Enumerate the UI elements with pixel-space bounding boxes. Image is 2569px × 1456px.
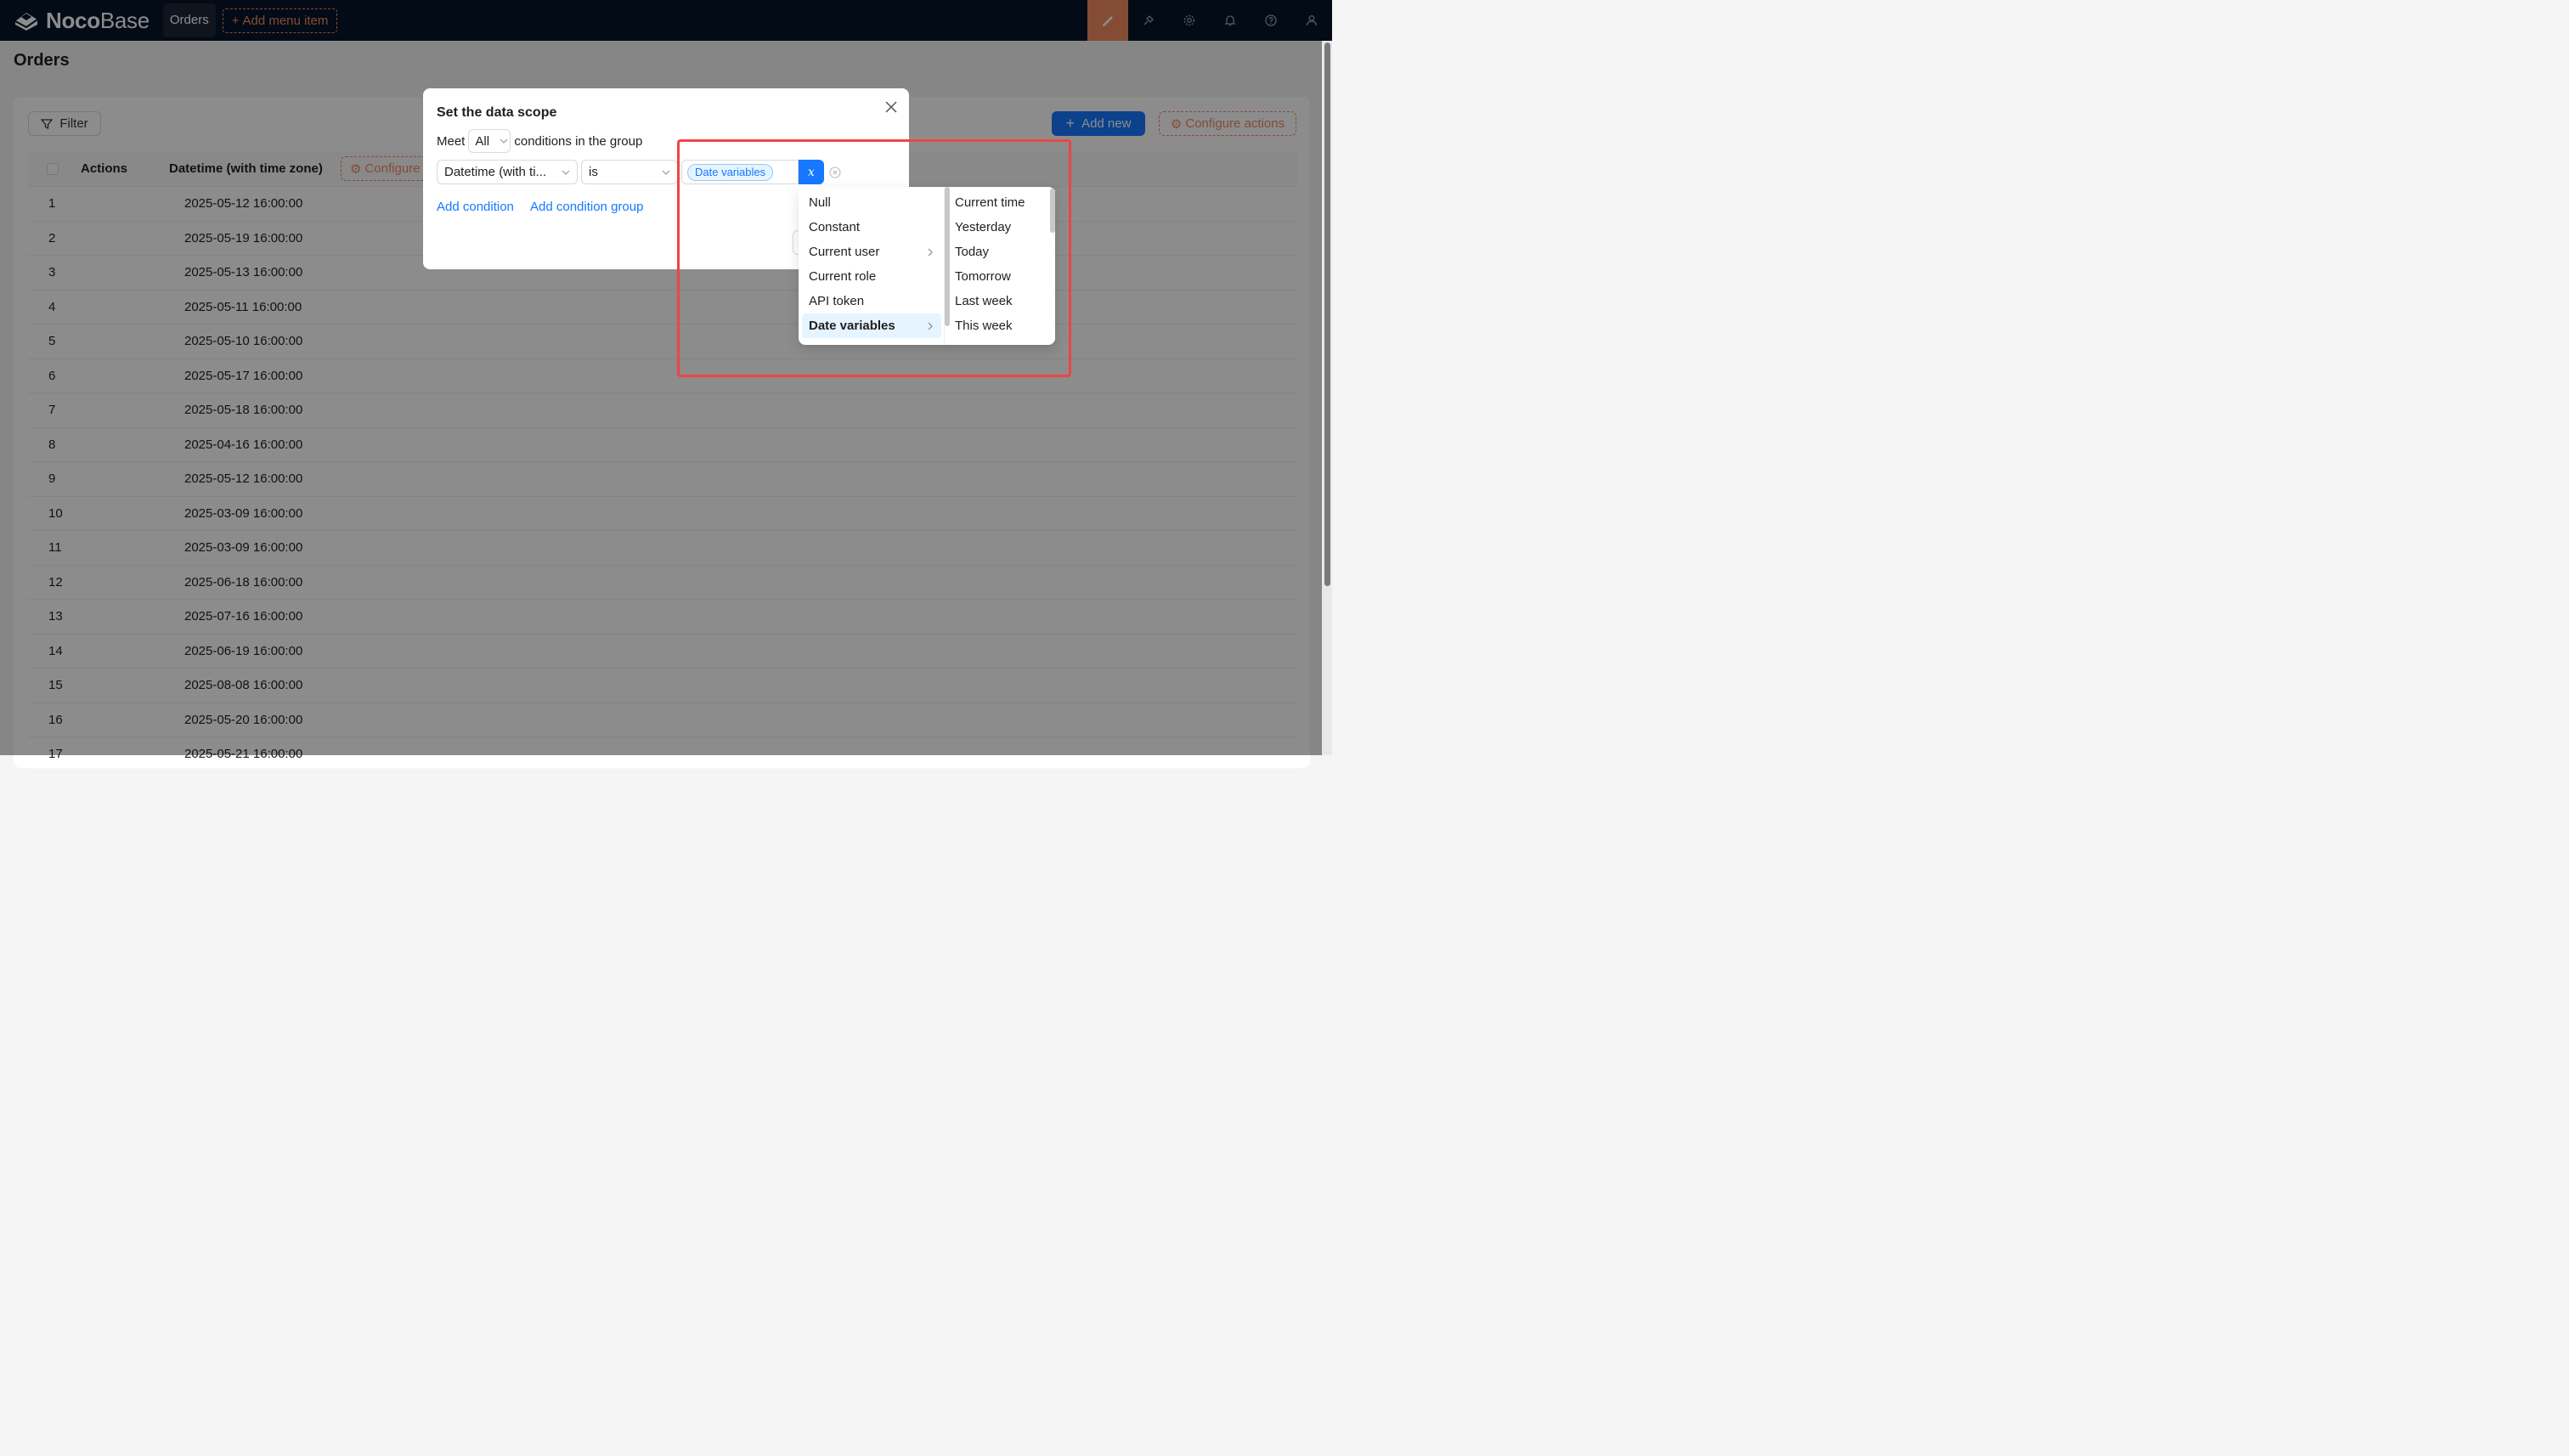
operator-select-value: is	[589, 165, 598, 179]
meet-prefix: Meet	[437, 133, 466, 149]
field-select-value: Datetime (with ti...	[444, 165, 547, 179]
logic-select-value: All	[475, 133, 490, 149]
logic-select[interactable]: All	[468, 129, 511, 153]
page-scrollbar[interactable]	[1322, 41, 1332, 755]
close-icon[interactable]	[883, 99, 900, 116]
highlight-annotation-box	[677, 139, 1071, 377]
operator-select[interactable]: is	[581, 160, 678, 184]
field-select[interactable]: Datetime (with ti...	[437, 160, 578, 184]
scrollbar-thumb[interactable]	[1324, 42, 1330, 586]
chevron-down-icon	[662, 170, 670, 175]
chevron-down-icon	[500, 138, 508, 144]
add-condition-link[interactable]: Add condition	[437, 200, 514, 214]
meet-row: Meet All conditions in the group	[437, 128, 642, 154]
modal-title: Set the data scope	[437, 105, 557, 120]
chevron-down-icon	[562, 170, 570, 175]
add-condition-group-link[interactable]: Add condition group	[530, 200, 643, 214]
meet-suffix: conditions in the group	[514, 133, 643, 149]
